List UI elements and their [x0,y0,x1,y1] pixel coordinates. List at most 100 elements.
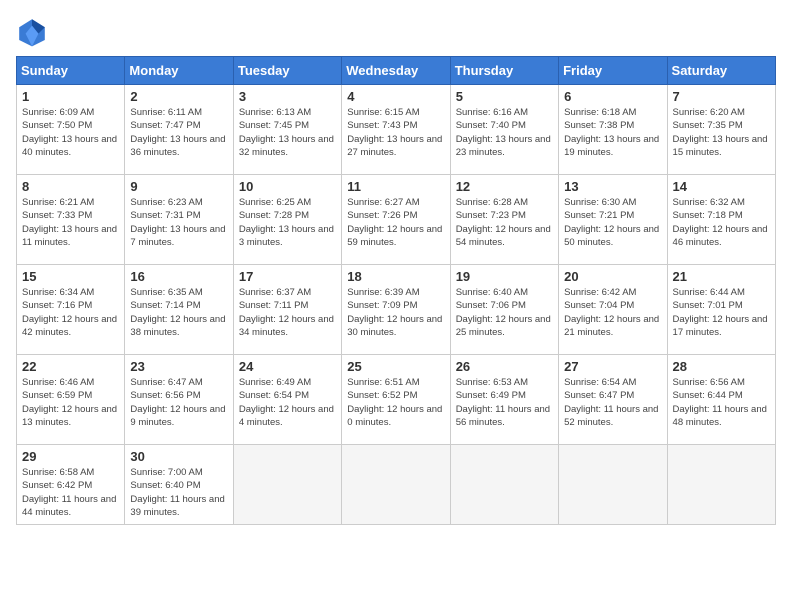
day-info: Sunrise: 6:53 AMSunset: 6:49 PMDaylight:… [456,376,553,429]
calendar-cell: 20 Sunrise: 6:42 AMSunset: 7:04 PMDaylig… [559,265,667,355]
day-info: Sunrise: 6:37 AMSunset: 7:11 PMDaylight:… [239,286,336,339]
calendar-cell [667,445,775,525]
day-info: Sunrise: 6:58 AMSunset: 6:42 PMDaylight:… [22,466,119,519]
day-info: Sunrise: 6:39 AMSunset: 7:09 PMDaylight:… [347,286,444,339]
logo [16,16,52,48]
calendar-table: SundayMondayTuesdayWednesdayThursdayFrid… [16,56,776,525]
calendar-cell: 12 Sunrise: 6:28 AMSunset: 7:23 PMDaylig… [450,175,558,265]
day-number: 9 [130,179,227,194]
day-info: Sunrise: 6:40 AMSunset: 7:06 PMDaylight:… [456,286,553,339]
day-info: Sunrise: 6:42 AMSunset: 7:04 PMDaylight:… [564,286,661,339]
day-number: 29 [22,449,119,464]
week-row-1: 1 Sunrise: 6:09 AMSunset: 7:50 PMDayligh… [17,85,776,175]
calendar-cell: 29 Sunrise: 6:58 AMSunset: 6:42 PMDaylig… [17,445,125,525]
col-header-tuesday: Tuesday [233,57,341,85]
calendar-cell: 27 Sunrise: 6:54 AMSunset: 6:47 PMDaylig… [559,355,667,445]
calendar-cell: 25 Sunrise: 6:51 AMSunset: 6:52 PMDaylig… [342,355,450,445]
day-number: 24 [239,359,336,374]
day-number: 10 [239,179,336,194]
day-info: Sunrise: 6:13 AMSunset: 7:45 PMDaylight:… [239,106,336,159]
day-number: 1 [22,89,119,104]
day-info: Sunrise: 6:28 AMSunset: 7:23 PMDaylight:… [456,196,553,249]
day-number: 5 [456,89,553,104]
calendar-cell: 8 Sunrise: 6:21 AMSunset: 7:33 PMDayligh… [17,175,125,265]
calendar-cell: 30 Sunrise: 7:00 AMSunset: 6:40 PMDaylig… [125,445,233,525]
day-number: 15 [22,269,119,284]
day-number: 28 [673,359,770,374]
day-number: 13 [564,179,661,194]
calendar-cell: 21 Sunrise: 6:44 AMSunset: 7:01 PMDaylig… [667,265,775,355]
day-number: 20 [564,269,661,284]
day-number: 23 [130,359,227,374]
day-info: Sunrise: 6:25 AMSunset: 7:28 PMDaylight:… [239,196,336,249]
calendar-cell [342,445,450,525]
calendar-cell: 24 Sunrise: 6:49 AMSunset: 6:54 PMDaylig… [233,355,341,445]
day-number: 26 [456,359,553,374]
day-number: 8 [22,179,119,194]
logo-icon [16,16,48,48]
day-info: Sunrise: 6:16 AMSunset: 7:40 PMDaylight:… [456,106,553,159]
day-number: 22 [22,359,119,374]
day-info: Sunrise: 6:51 AMSunset: 6:52 PMDaylight:… [347,376,444,429]
calendar-cell: 10 Sunrise: 6:25 AMSunset: 7:28 PMDaylig… [233,175,341,265]
day-number: 19 [456,269,553,284]
day-info: Sunrise: 6:35 AMSunset: 7:14 PMDaylight:… [130,286,227,339]
day-number: 17 [239,269,336,284]
calendar-cell: 18 Sunrise: 6:39 AMSunset: 7:09 PMDaylig… [342,265,450,355]
day-number: 11 [347,179,444,194]
calendar-cell: 2 Sunrise: 6:11 AMSunset: 7:47 PMDayligh… [125,85,233,175]
day-info: Sunrise: 6:23 AMSunset: 7:31 PMDaylight:… [130,196,227,249]
calendar-cell: 26 Sunrise: 6:53 AMSunset: 6:49 PMDaylig… [450,355,558,445]
day-number: 30 [130,449,227,464]
day-info: Sunrise: 6:47 AMSunset: 6:56 PMDaylight:… [130,376,227,429]
day-info: Sunrise: 6:18 AMSunset: 7:38 PMDaylight:… [564,106,661,159]
day-info: Sunrise: 6:34 AMSunset: 7:16 PMDaylight:… [22,286,119,339]
day-number: 21 [673,269,770,284]
calendar-cell [233,445,341,525]
week-row-4: 22 Sunrise: 6:46 AMSunset: 6:59 PMDaylig… [17,355,776,445]
day-number: 14 [673,179,770,194]
header [16,16,776,48]
day-number: 25 [347,359,444,374]
day-info: Sunrise: 6:15 AMSunset: 7:43 PMDaylight:… [347,106,444,159]
calendar-cell: 3 Sunrise: 6:13 AMSunset: 7:45 PMDayligh… [233,85,341,175]
week-row-3: 15 Sunrise: 6:34 AMSunset: 7:16 PMDaylig… [17,265,776,355]
day-info: Sunrise: 6:56 AMSunset: 6:44 PMDaylight:… [673,376,770,429]
day-info: Sunrise: 6:09 AMSunset: 7:50 PMDaylight:… [22,106,119,159]
col-header-wednesday: Wednesday [342,57,450,85]
calendar-cell [559,445,667,525]
calendar-cell: 7 Sunrise: 6:20 AMSunset: 7:35 PMDayligh… [667,85,775,175]
day-info: Sunrise: 6:32 AMSunset: 7:18 PMDaylight:… [673,196,770,249]
col-header-saturday: Saturday [667,57,775,85]
calendar-cell: 5 Sunrise: 6:16 AMSunset: 7:40 PMDayligh… [450,85,558,175]
day-info: Sunrise: 6:49 AMSunset: 6:54 PMDaylight:… [239,376,336,429]
calendar-cell: 1 Sunrise: 6:09 AMSunset: 7:50 PMDayligh… [17,85,125,175]
day-number: 18 [347,269,444,284]
day-info: Sunrise: 6:54 AMSunset: 6:47 PMDaylight:… [564,376,661,429]
day-number: 4 [347,89,444,104]
day-number: 6 [564,89,661,104]
week-row-2: 8 Sunrise: 6:21 AMSunset: 7:33 PMDayligh… [17,175,776,265]
calendar-cell [450,445,558,525]
calendar-cell: 17 Sunrise: 6:37 AMSunset: 7:11 PMDaylig… [233,265,341,355]
day-number: 2 [130,89,227,104]
calendar-cell: 22 Sunrise: 6:46 AMSunset: 6:59 PMDaylig… [17,355,125,445]
day-info: Sunrise: 6:46 AMSunset: 6:59 PMDaylight:… [22,376,119,429]
day-number: 12 [456,179,553,194]
day-number: 3 [239,89,336,104]
day-number: 16 [130,269,227,284]
day-info: Sunrise: 7:00 AMSunset: 6:40 PMDaylight:… [130,466,227,519]
col-header-monday: Monday [125,57,233,85]
day-number: 7 [673,89,770,104]
calendar-cell: 13 Sunrise: 6:30 AMSunset: 7:21 PMDaylig… [559,175,667,265]
calendar-cell: 14 Sunrise: 6:32 AMSunset: 7:18 PMDaylig… [667,175,775,265]
calendar-cell: 6 Sunrise: 6:18 AMSunset: 7:38 PMDayligh… [559,85,667,175]
col-header-thursday: Thursday [450,57,558,85]
week-row-5: 29 Sunrise: 6:58 AMSunset: 6:42 PMDaylig… [17,445,776,525]
day-info: Sunrise: 6:30 AMSunset: 7:21 PMDaylight:… [564,196,661,249]
calendar-cell: 15 Sunrise: 6:34 AMSunset: 7:16 PMDaylig… [17,265,125,355]
calendar-cell: 4 Sunrise: 6:15 AMSunset: 7:43 PMDayligh… [342,85,450,175]
calendar-cell: 16 Sunrise: 6:35 AMSunset: 7:14 PMDaylig… [125,265,233,355]
day-info: Sunrise: 6:11 AMSunset: 7:47 PMDaylight:… [130,106,227,159]
day-info: Sunrise: 6:20 AMSunset: 7:35 PMDaylight:… [673,106,770,159]
